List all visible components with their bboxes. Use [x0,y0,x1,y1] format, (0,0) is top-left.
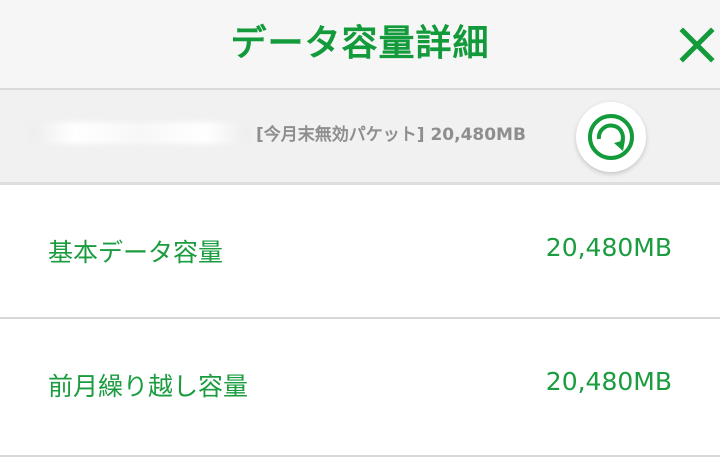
masked-info [30,122,250,144]
data-capacity-detail-screen: データ容量詳細 [今月末無効パケット] 20,480MB 基本データ容量 20,… [0,0,720,459]
refresh-icon [588,114,634,160]
refresh-button[interactable] [576,102,646,172]
page-title: データ容量詳細 [230,23,490,64]
row-divider [0,455,720,457]
info-band: [今月末無効パケット] 20,480MB [0,90,720,182]
unused-packet-text: [今月末無効パケット] 20,480MB [256,125,526,145]
carryover-capacity-label: 前月繰り越し容量 [48,372,249,401]
close-button[interactable] [674,22,720,68]
list-item-carryover-capacity: 前月繰り越し容量 20,480MB [0,319,720,451]
carryover-capacity-value: 20,480MB [545,367,672,396]
basic-capacity-value: 20,480MB [545,233,672,262]
list-item-basic-capacity: 基本データ容量 20,480MB [0,185,720,317]
close-icon [679,27,715,63]
basic-capacity-label: 基本データ容量 [48,238,224,267]
header-bar: データ容量詳細 [0,0,720,88]
